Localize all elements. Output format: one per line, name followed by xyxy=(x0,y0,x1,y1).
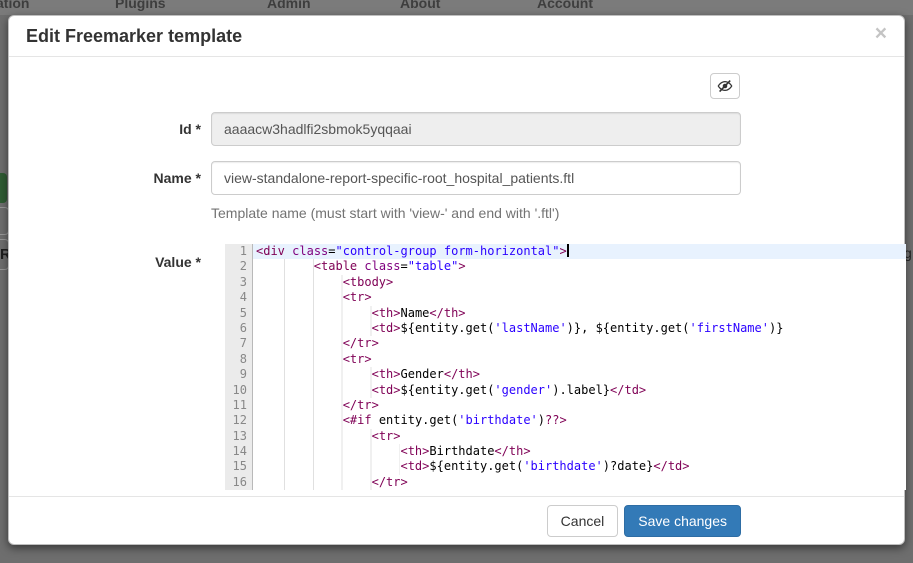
name-label: Name * xyxy=(17,170,201,186)
backdrop-nav-item: About xyxy=(400,0,440,11)
close-icon[interactable]: × xyxy=(875,23,887,44)
backdrop-nav-item: Account xyxy=(537,0,593,11)
template-code-editor[interactable]: 12345678910111213141516 <div class="cont… xyxy=(225,244,906,490)
backdrop-nav-item: ation xyxy=(0,0,29,11)
eye-slash-icon xyxy=(717,78,733,94)
save-changes-button[interactable]: Save changes xyxy=(624,505,741,537)
editor-code[interactable]: <div class="control-group form-horizonta… xyxy=(253,244,906,490)
edit-freemarker-template-dialog: Edit Freemarker template × Id * Name * T… xyxy=(8,15,905,545)
name-help-text: Template name (must start with 'view-' a… xyxy=(211,205,559,221)
modal-title: Edit Freemarker template xyxy=(26,26,242,47)
cancel-button[interactable]: Cancel xyxy=(547,505,619,537)
id-field[interactable] xyxy=(211,112,741,146)
toggle-preview-button[interactable] xyxy=(710,73,740,99)
backdrop-navbar: ation Plugins Admin About Account xyxy=(0,0,913,15)
value-label: Value * xyxy=(17,254,201,270)
name-field[interactable] xyxy=(211,161,741,195)
backdrop-green-button-fragment xyxy=(0,173,7,203)
backdrop-nav-item: Admin xyxy=(267,0,311,11)
backdrop-nav-item: Plugins xyxy=(115,0,166,11)
editor-gutter: 12345678910111213141516 xyxy=(225,244,253,490)
id-label: Id * xyxy=(17,121,201,137)
modal-header: Edit Freemarker template × xyxy=(9,16,904,57)
modal-footer: Cancel Save changes xyxy=(9,496,904,544)
